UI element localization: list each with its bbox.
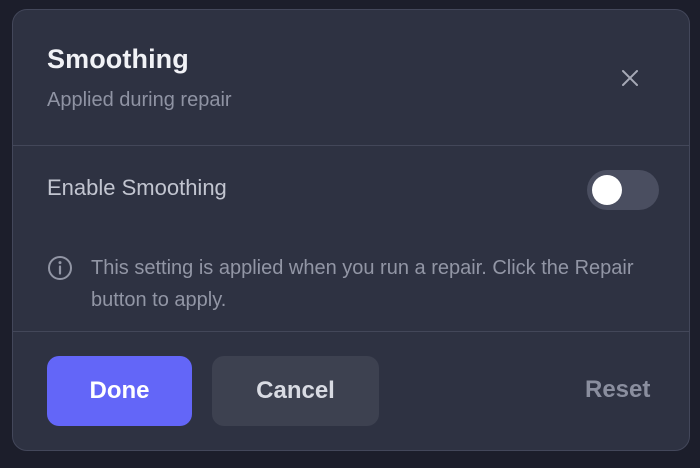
toggle-knob [592,175,622,205]
dialog-title: Smoothing [47,44,189,74]
dialog-subtitle: Applied during repair [47,89,232,111]
smoothing-dialog: Smoothing Applied during repair Enable S… [12,9,690,451]
enable-smoothing-toggle[interactable] [587,170,659,210]
done-button[interactable]: Done [47,356,192,426]
close-icon [622,70,638,86]
dialog-header: Smoothing Applied during repair [13,10,689,146]
info-icon [48,256,72,280]
enable-smoothing-label: Enable Smoothing [47,175,227,200]
close-button[interactable] [616,64,644,92]
dialog-footer: Done Cancel Reset [13,332,689,452]
settings-section: Enable Smoothing This setting is applied… [13,146,689,332]
cancel-button[interactable]: Cancel [212,356,379,426]
info-message: This setting is applied when you run a r… [91,257,634,311]
reset-button[interactable]: Reset [585,376,650,404]
